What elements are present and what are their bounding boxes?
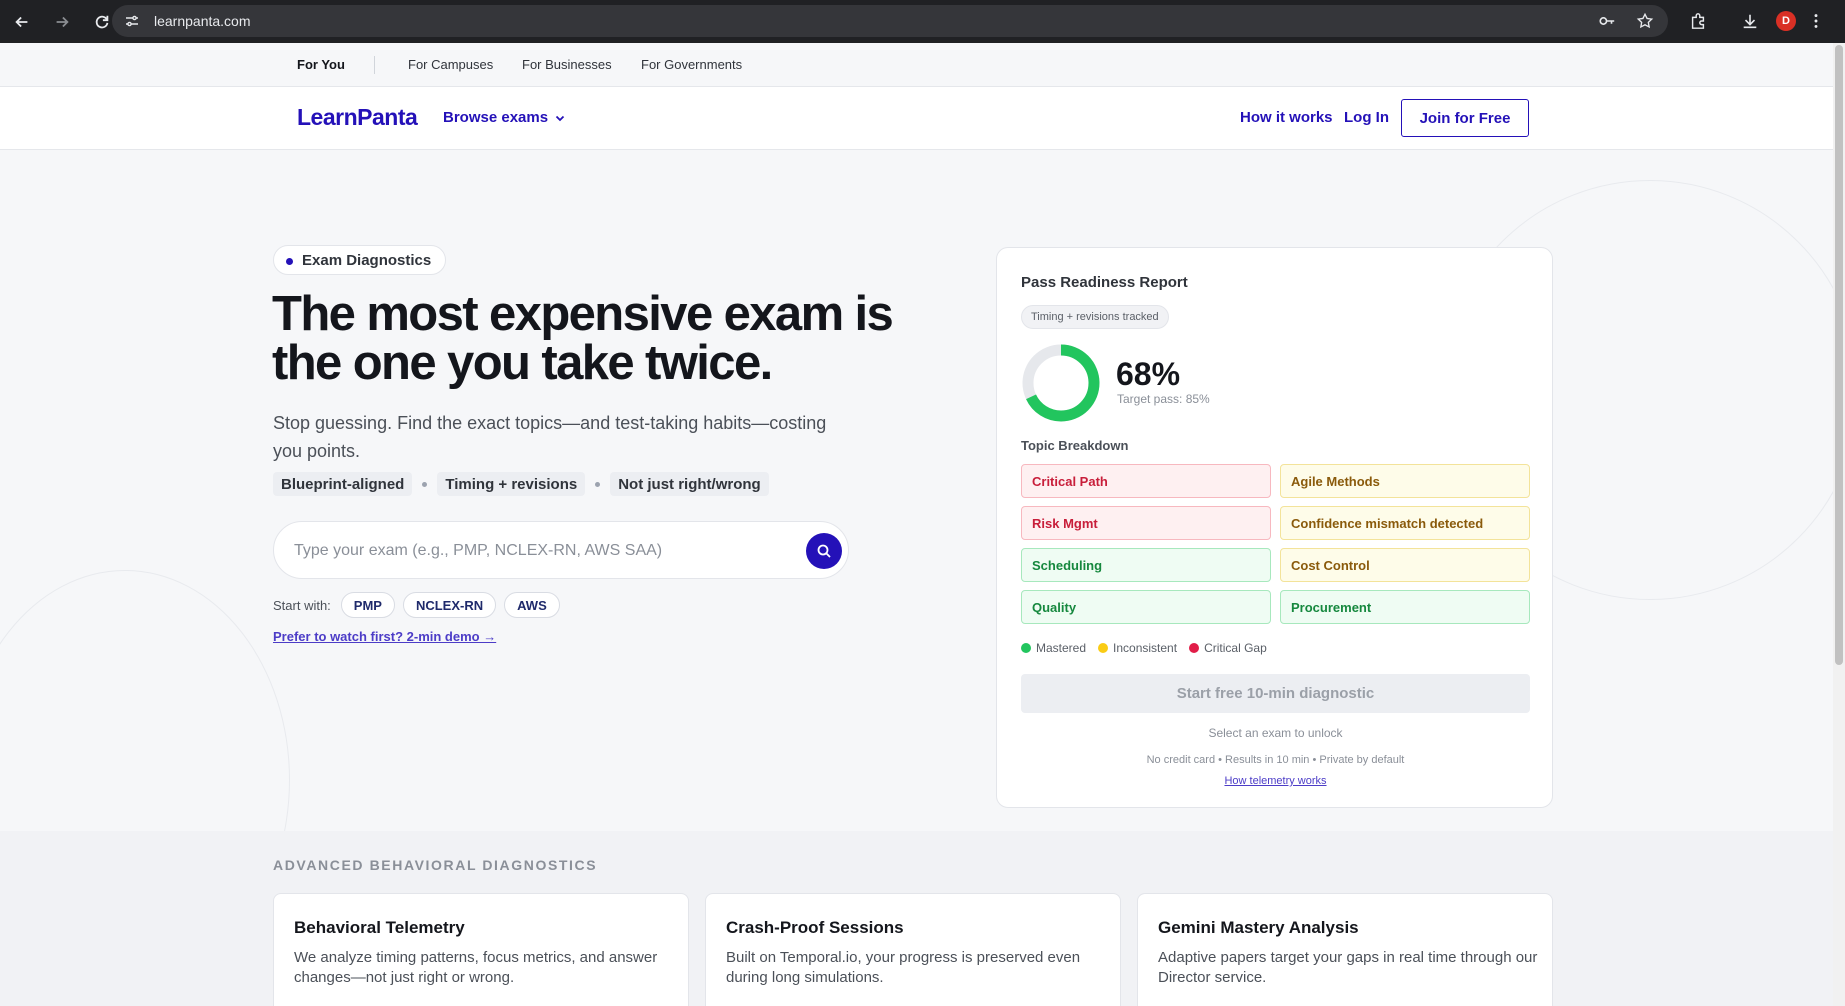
topic-tile: Procurement <box>1280 590 1530 624</box>
readiness-score: 68% <box>1116 356 1181 392</box>
chevron-down-icon <box>555 115 565 121</box>
fine-print: No credit card • Results in 10 min • Pri… <box>1146 754 1405 766</box>
feature-chips: Blueprint-aligned Timing + revisions Not… <box>273 472 769 496</box>
demo-link[interactable]: Prefer to watch first? 2-min demo → <box>273 629 496 644</box>
report-title: Pass Readiness Report <box>1021 274 1188 291</box>
legend-critical-gap: Critical Gap <box>1189 641 1267 655</box>
login-link[interactable]: Log In <box>1344 109 1389 126</box>
telemetry-link[interactable]: How telemetry works <box>997 775 1554 787</box>
feature-card-desc: Adaptive papers target your gaps in real… <box>1158 949 1538 986</box>
feature-chip: Timing + revisions <box>437 472 586 496</box>
password-key-icon[interactable] <box>1598 12 1616 30</box>
audience-tab-campuses[interactable]: For Campuses <box>408 57 493 72</box>
features-section-title: ADVANCED BEHAVIORAL DIAGNOSTICS <box>273 857 598 873</box>
download-icon[interactable] <box>1738 9 1762 33</box>
features-section: ADVANCED BEHAVIORAL DIAGNOSTICS Behavior… <box>0 831 1833 1006</box>
bullet-icon <box>595 481 601 487</box>
feature-card-title: Crash-Proof Sessions <box>726 918 904 937</box>
audience-tab-businesses[interactable]: For Businesses <box>522 57 612 72</box>
feature-card: Behavioral Telemetry We analyze timing p… <box>273 893 689 1006</box>
start-with-row: Start with: PMP NCLEX-RN AWS <box>273 592 560 618</box>
target-pass: Target pass: 85% <box>1117 392 1210 406</box>
legend-label: Critical Gap <box>1204 641 1267 655</box>
hero-headline: The most expensive exam is the one you t… <box>272 287 894 390</box>
scrollbar-thumb[interactable] <box>1835 45 1843 665</box>
profile-avatar[interactable]: D <box>1774 9 1798 33</box>
site-settings-icon[interactable] <box>124 13 140 29</box>
search-button[interactable] <box>806 533 842 569</box>
how-it-works-link[interactable]: How it works <box>1240 109 1333 126</box>
feature-chip: Not just right/wrong <box>610 472 769 496</box>
topic-tile: Cost Control <box>1280 548 1530 582</box>
legend-label: Mastered <box>1036 641 1087 655</box>
topic-tile: Agile Methods <box>1280 464 1530 498</box>
tag-dot-icon <box>286 258 293 265</box>
site-header: LearnPanta Browse exams How it works Log… <box>0 87 1833 150</box>
decorative-circle <box>0 570 290 831</box>
nav-divider <box>374 56 375 74</box>
section-tag: Exam Diagnostics <box>273 245 447 275</box>
feature-card-desc: Built on Temporal.io, your progress is p… <box>726 949 1081 986</box>
logo[interactable]: LearnPanta <box>297 104 418 131</box>
readiness-report-card: Pass Readiness Report Timing + revisions… <box>996 247 1553 808</box>
audience-tab-for-you[interactable]: For You <box>297 57 345 72</box>
topic-tile: Quality <box>1021 590 1271 624</box>
feature-card: Crash-Proof Sessions Built on Temporal.i… <box>705 893 1121 1006</box>
extensions-icon[interactable] <box>1686 9 1710 33</box>
search-icon <box>817 544 831 558</box>
tracked-badge: Timing + revisions tracked <box>1021 305 1169 329</box>
status-legend: Mastered Inconsistent Critical Gap <box>1021 641 1267 655</box>
browser-toolbar: learnpanta.com D <box>0 0 1845 43</box>
topic-tile: Confidence mismatch detected <box>1280 506 1530 540</box>
feature-card-title: Gemini Mastery Analysis <box>1158 918 1359 937</box>
feature-chip: Blueprint-aligned <box>273 472 413 496</box>
quick-exam-pmp[interactable]: PMP <box>340 592 395 618</box>
start-with-label: Start with: <box>273 597 331 613</box>
url-text[interactable]: learnpanta.com <box>154 13 251 29</box>
hero-subline: Stop guessing. Find the exact topics—and… <box>273 413 827 461</box>
legend-mastered: Mastered <box>1021 641 1086 655</box>
feature-card: Gemini Mastery Analysis Adaptive papers … <box>1137 893 1553 1006</box>
topic-tile: Risk Mgmt <box>1021 506 1271 540</box>
browser-menu-icon[interactable] <box>1804 9 1828 33</box>
back-icon[interactable] <box>4 4 40 40</box>
legend-label: Inconsistent <box>1113 641 1178 655</box>
audience-nav: For You For Campuses For Businesses For … <box>0 43 1833 87</box>
feature-card-title: Behavioral Telemetry <box>294 918 465 937</box>
topic-breakdown-grid: Critical Path Agile Methods Risk Mgmt Confi… <box>1021 464 1530 624</box>
exam-search-input[interactable] <box>294 536 774 566</box>
audience-tab-governments[interactable]: For Governments <box>641 57 742 72</box>
quick-exam-nclex[interactable]: NCLEX-RN <box>402 592 497 618</box>
exam-search <box>273 521 849 579</box>
join-button[interactable]: Join for Free <box>1401 99 1529 137</box>
quick-exam-aws[interactable]: AWS <box>504 592 560 618</box>
yellow-dot-icon <box>1098 643 1109 653</box>
topic-tile: Critical Path <box>1021 464 1271 498</box>
bullet-icon <box>422 481 428 487</box>
browse-exams-menu[interactable]: Browse exams <box>443 109 566 126</box>
hero-section: Exam Diagnostics The most expensive exam… <box>0 150 1833 831</box>
red-dot-icon <box>1189 643 1200 653</box>
topic-breakdown-label: Topic Breakdown <box>1021 438 1129 453</box>
feature-card-desc: We analyze timing patterns, focus metric… <box>294 949 658 986</box>
bookmark-star-icon[interactable] <box>1636 12 1654 30</box>
forward-icon[interactable] <box>44 4 80 40</box>
address-bar[interactable]: learnpanta.com <box>112 5 1668 37</box>
unlock-note: Select an exam to unlock <box>1208 726 1343 740</box>
topic-tile: Scheduling <box>1021 548 1271 582</box>
start-diagnostic-button[interactable]: Start free 10-min diagnostic <box>1021 674 1530 713</box>
readiness-donut-chart <box>1022 344 1100 422</box>
browse-exams-label: Browse exams <box>443 109 549 126</box>
section-tag-label: Exam Diagnostics <box>302 251 432 269</box>
green-dot-icon <box>1021 643 1031 653</box>
legend-inconsistent: Inconsistent <box>1098 641 1177 655</box>
page-scrollbar[interactable] <box>1833 43 1845 1006</box>
